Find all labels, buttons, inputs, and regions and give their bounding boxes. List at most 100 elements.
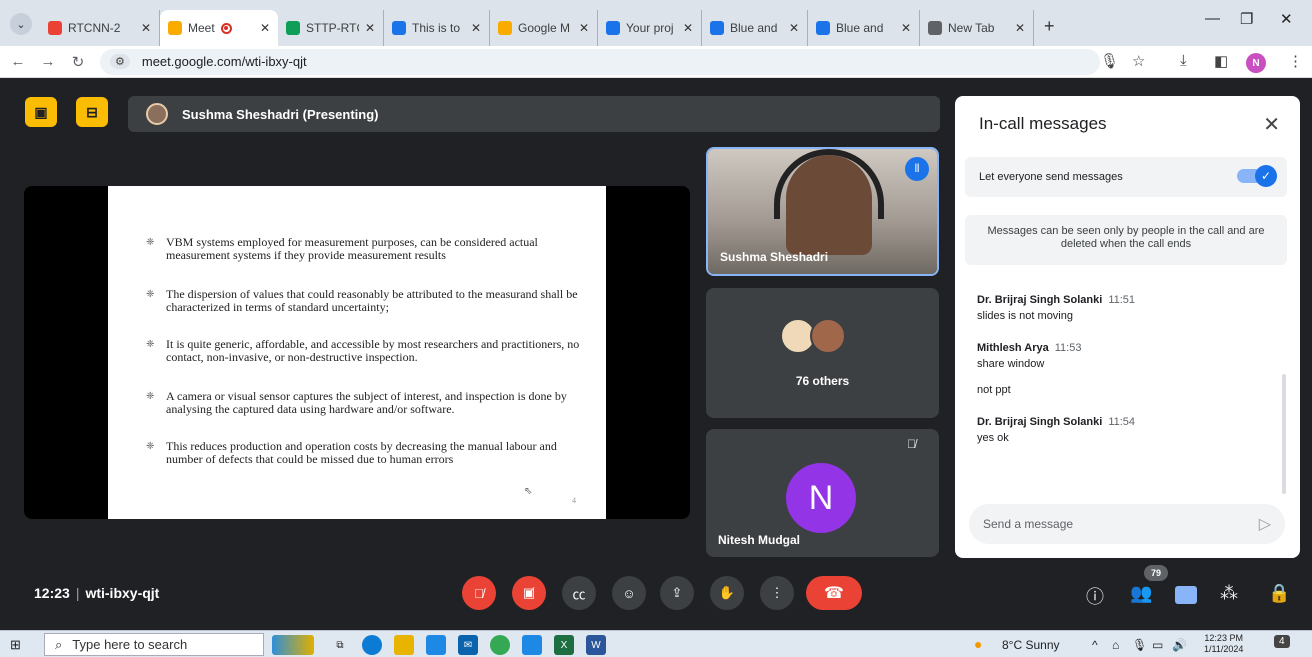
- allow-messages-label: Let everyone send messages: [979, 171, 1123, 183]
- recording-icon: [220, 22, 232, 34]
- message-input[interactable]: Send a message ▷: [969, 504, 1285, 544]
- meet-area: ▣ ⊟ Sushma Sheshadri (Presenting) VBM sy…: [0, 79, 1312, 620]
- presenter-video-tile[interactable]: ⦀ Sushma Sheshadri: [706, 147, 939, 276]
- browser-tab[interactable]: New Tab ✕: [920, 10, 1034, 46]
- back-icon[interactable]: ←: [6, 53, 30, 70]
- weather-label[interactable]: 8°C Sunny: [1002, 638, 1060, 652]
- message-time: 11:53: [1054, 342, 1082, 354]
- speaking-indicator-icon: ⦀: [905, 157, 929, 181]
- window-close-icon[interactable]: ✕: [1280, 10, 1293, 28]
- emoji-icon[interactable]: ☺: [612, 576, 646, 610]
- end-call-button[interactable]: ☎: [806, 576, 862, 610]
- message-text: share window: [977, 358, 1045, 370]
- windows-start-icon[interactable]: ⊞: [10, 637, 21, 653]
- photos-icon[interactable]: [522, 635, 542, 655]
- browser-tab[interactable]: RTCNN-2 ✕: [40, 10, 160, 46]
- tab-title: Meet: [188, 21, 215, 35]
- profile-avatar[interactable]: N: [1246, 53, 1266, 73]
- mail-icon[interactable]: ✉: [458, 635, 478, 655]
- address-bar[interactable]: ⚙ meet.google.com/wti-ibxy-qjt: [100, 48, 1100, 75]
- camera-off-icon[interactable]: ▣̸: [512, 576, 546, 610]
- more-options-icon[interactable]: ⋮: [760, 576, 794, 610]
- presenting-banner: Sushma Sheshadri (Presenting): [128, 96, 940, 132]
- site-info-icon[interactable]: ⚙: [110, 54, 130, 69]
- browser-menu-icon[interactable]: ⋮: [1288, 52, 1303, 70]
- allow-messages-toggle[interactable]: [1237, 165, 1277, 187]
- participant-count-badge: 79: [1144, 565, 1168, 581]
- show-hidden-icons-icon[interactable]: ^: [1092, 638, 1098, 652]
- activities-icon[interactable]: ⁂: [1220, 583, 1238, 604]
- chrome-icon[interactable]: [490, 635, 510, 655]
- browser-tab[interactable]: This is to ✕: [384, 10, 490, 46]
- exit-presentation-icon[interactable]: ⊟: [76, 97, 108, 127]
- tab-close-icon[interactable]: ✕: [260, 21, 270, 35]
- chat-icon[interactable]: [1175, 586, 1197, 604]
- minimize-icon[interactable]: —: [1205, 10, 1220, 27]
- mic-off-icon[interactable]: 🎙̸: [462, 576, 496, 610]
- restore-icon[interactable]: ❐: [1240, 10, 1253, 28]
- tab-close-icon[interactable]: ✕: [365, 21, 375, 35]
- new-tab-button[interactable]: +: [1044, 16, 1055, 37]
- tab-close-icon[interactable]: ✕: [471, 21, 481, 35]
- tab-close-icon[interactable]: ✕: [141, 21, 151, 35]
- message-header: Mithlesh Arya 11:53: [977, 342, 1277, 354]
- close-icon[interactable]: ✕: [1263, 112, 1280, 137]
- widget-icon[interactable]: [272, 635, 314, 655]
- url-text: meet.google.com/wti-ibxy-qjt: [141, 54, 307, 69]
- tab-close-icon[interactable]: ✕: [789, 21, 799, 35]
- notification-count: 4: [1279, 636, 1285, 647]
- reload-icon[interactable]: ↻: [66, 53, 90, 71]
- browser-tab[interactable]: Google M ✕: [490, 10, 598, 46]
- mouse-cursor-icon: ⇖: [524, 486, 533, 497]
- edge-icon[interactable]: [362, 635, 382, 655]
- side-panel-icon[interactable]: ◧: [1214, 52, 1228, 70]
- tab-close-icon[interactable]: ✕: [579, 21, 589, 35]
- raise-hand-icon[interactable]: ✋: [710, 576, 744, 610]
- browser-tab[interactable]: STTP-RTC ✕: [278, 10, 384, 46]
- slide-page-number: 4: [572, 496, 576, 505]
- browser-tab[interactable]: Your proj ✕: [598, 10, 702, 46]
- volume-icon[interactable]: 🔊: [1172, 638, 1187, 652]
- tab-search-icon[interactable]: ⌄: [10, 13, 32, 35]
- present-screen-icon[interactable]: ⇪: [660, 576, 694, 610]
- browser-tab[interactable]: Blue and ✕: [702, 10, 808, 46]
- notifications-icon[interactable]: 4: [1274, 635, 1290, 648]
- message-header: Dr. Brijraj Singh Solanki 11:54: [977, 416, 1277, 428]
- file-explorer-icon[interactable]: [394, 635, 414, 655]
- tab-close-icon[interactable]: ✕: [901, 21, 911, 35]
- taskbar-search[interactable]: ⌕ Type here to search: [44, 633, 264, 656]
- store-icon[interactable]: [426, 635, 446, 655]
- drive-icon: [286, 21, 300, 35]
- host-controls-icon[interactable]: 🔒: [1268, 583, 1290, 604]
- browser-tab[interactable]: Blue and ✕: [808, 10, 920, 46]
- chat-message: Dr. Brijraj Singh Solanki 11:51 slides is …: [977, 294, 1277, 322]
- taskbar-clock[interactable]: 12:23 PM 1/11/2024: [1204, 633, 1243, 655]
- captions-icon[interactable]: ㏄: [562, 576, 596, 610]
- bookmark-star-icon[interactable]: ☆: [1132, 52, 1145, 70]
- excel-icon[interactable]: X: [554, 635, 574, 655]
- tab-title: Blue and: [836, 21, 884, 35]
- word-icon[interactable]: W: [586, 635, 606, 655]
- microphone-icon[interactable]: 🎙: [1100, 52, 1119, 70]
- tab-close-icon[interactable]: ✕: [1015, 21, 1025, 35]
- network-icon[interactable]: ⌂: [1112, 638, 1119, 652]
- forward-icon[interactable]: →: [36, 53, 60, 70]
- people-icon[interactable]: 👥: [1130, 583, 1152, 604]
- send-icon[interactable]: ▷: [1259, 514, 1271, 534]
- browser-tab[interactable]: Meet ✕: [160, 10, 278, 46]
- clock-date: 1/11/2024: [1204, 644, 1244, 654]
- task-view-icon[interactable]: ⧉: [330, 635, 350, 655]
- tab-close-icon[interactable]: ✕: [683, 21, 693, 35]
- in-call-messages-panel: In-call messages ✕ Let everyone send mes…: [955, 96, 1300, 558]
- message-scrollbar[interactable]: [1282, 374, 1286, 494]
- participant-tile[interactable]: 🎙̸ N Nitesh Mudgal: [706, 429, 939, 557]
- tab-title: New Tab: [948, 21, 995, 35]
- stop-presenting-icon[interactable]: ▣: [25, 97, 57, 127]
- participant-avatar: [810, 318, 846, 354]
- meeting-info-icon[interactable]: ⓘ: [1086, 583, 1104, 609]
- others-tile[interactable]: 76 others: [706, 288, 939, 418]
- participant-avatar: N: [786, 463, 856, 533]
- download-icon[interactable]: ⤓: [1180, 52, 1187, 69]
- display-icon[interactable]: ▭: [1152, 638, 1163, 652]
- message-sender: Mithlesh Arya: [977, 342, 1049, 354]
